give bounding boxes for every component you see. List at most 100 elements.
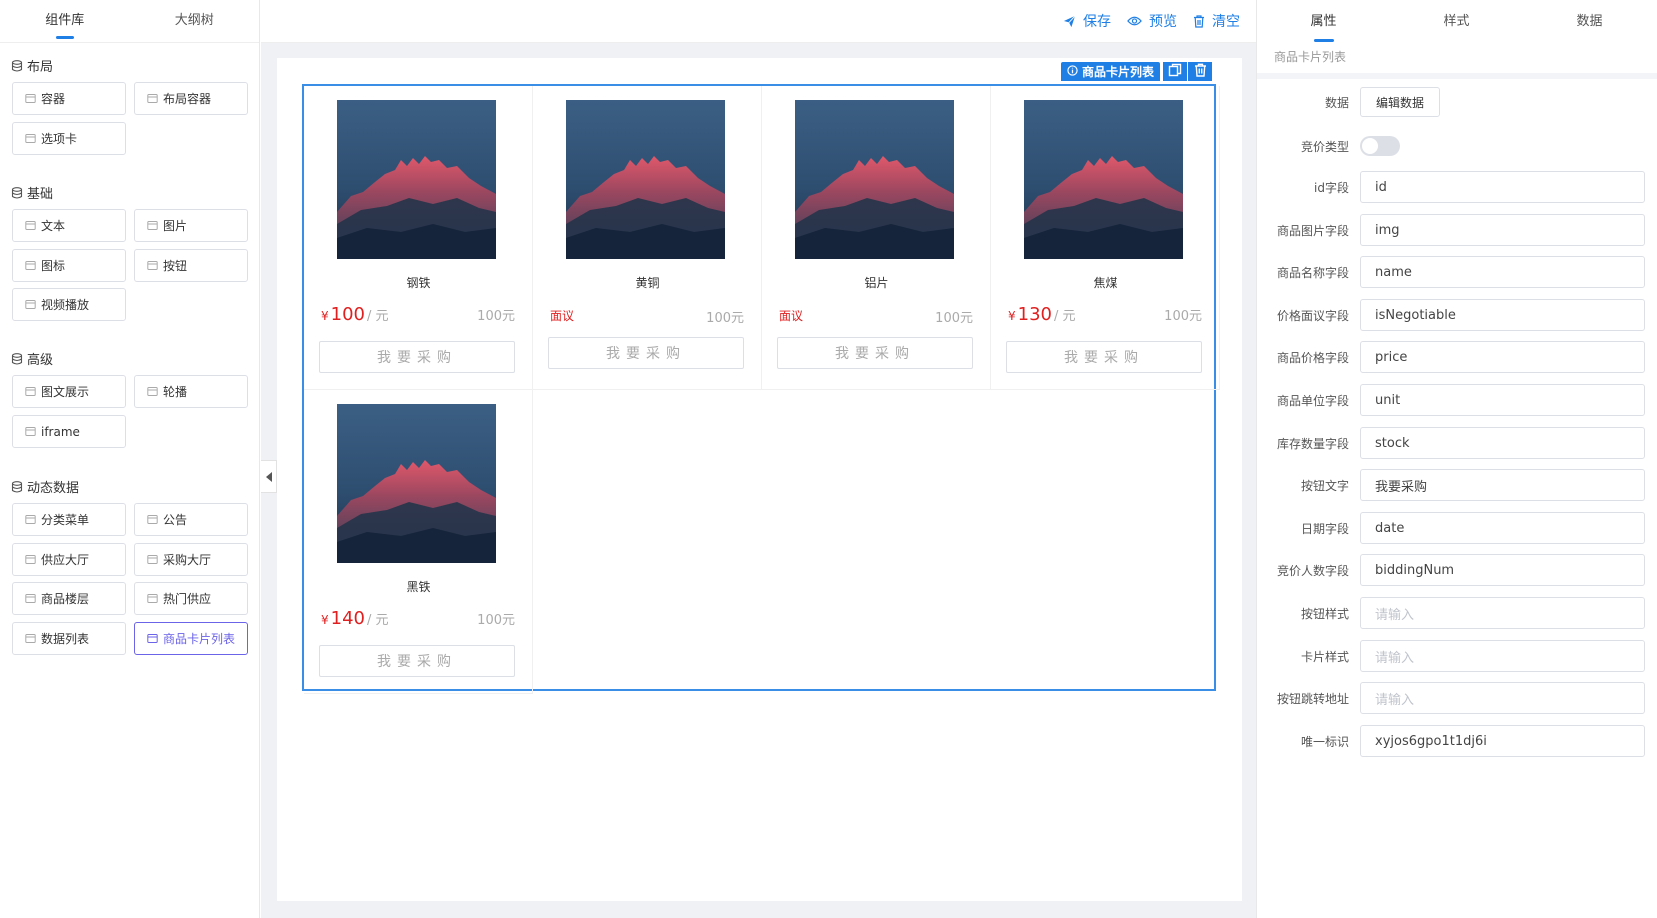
tab-data[interactable]: 数据 xyxy=(1523,0,1656,43)
component-label: 商品楼层 xyxy=(41,592,90,606)
prop-label: 竞价类型 xyxy=(1300,139,1349,154)
bidding-type-switch[interactable] xyxy=(1360,136,1400,156)
purchase-button[interactable]: 我要采购 xyxy=(1006,341,1202,373)
product-card[interactable]: 钢铁 ¥100/ 元 100元 我要采购 xyxy=(304,86,533,390)
prop-row: 商品名称字段 name xyxy=(1257,256,1657,288)
component-label: 供应大厅 xyxy=(41,553,90,567)
component-product-floor[interactable]: 商品楼层 xyxy=(12,582,126,615)
component-label: iframe xyxy=(41,424,80,439)
tab-outline-tree[interactable]: 大纲树 xyxy=(130,0,260,42)
prop-row: 唯一标识 xyjos6gpo1t1dj6i xyxy=(1257,725,1657,757)
purchase-button[interactable]: 我要采购 xyxy=(548,337,744,369)
prop-label: 商品单位字段 xyxy=(1276,393,1349,408)
group-title-label: 布局 xyxy=(27,60,54,75)
product-card[interactable]: 黄铜 面议 100元 我要采购 xyxy=(533,86,762,390)
purchase-button[interactable]: 我要采购 xyxy=(777,337,973,369)
selected-component-tag[interactable]: 商品卡片列表 xyxy=(1061,62,1161,81)
preview-button[interactable]: 预览 xyxy=(1127,11,1177,31)
component-notice[interactable]: 公告 xyxy=(134,503,248,536)
prop-input[interactable]: 请输入 xyxy=(1360,597,1645,629)
database-icon xyxy=(11,352,23,365)
prop-input[interactable]: name xyxy=(1360,256,1645,288)
prop-input[interactable]: img xyxy=(1360,214,1645,246)
selected-component-label: 商品卡片列表 xyxy=(1082,65,1155,79)
product-card[interactable]: 铝片 面议 100元 我要采购 xyxy=(762,86,991,390)
top-toolbar: 保存 预览 清空 xyxy=(261,0,1256,43)
product-card[interactable]: 黑铁 ¥140/ 元 100元 我要采购 xyxy=(304,390,533,694)
prop-input[interactable]: unit xyxy=(1360,384,1645,416)
prop-row: 库存数量字段 stock xyxy=(1257,427,1657,459)
component-purchase-hall[interactable]: 采购大厅 xyxy=(134,543,248,576)
edit-data-button[interactable]: 编辑数据 xyxy=(1360,87,1440,117)
group-title-label: 高级 xyxy=(27,353,54,368)
price-negotiable: 面议 xyxy=(550,309,575,323)
component-category-menu[interactable]: 分类菜单 xyxy=(12,503,126,536)
prop-label: 唯一标识 xyxy=(1300,734,1349,749)
delete-component-button[interactable] xyxy=(1188,62,1212,81)
tab-properties[interactable]: 属性 xyxy=(1257,0,1390,43)
prop-input[interactable]: 请输入 xyxy=(1360,640,1645,672)
info-icon xyxy=(1067,64,1078,79)
component-supply-hall[interactable]: 供应大厅 xyxy=(12,543,126,576)
database-icon xyxy=(11,186,23,199)
product-image xyxy=(337,100,496,259)
prop-row: 日期字段 date xyxy=(1257,512,1657,544)
component-carousel[interactable]: 轮播 xyxy=(134,375,248,408)
prop-input[interactable]: 请输入 xyxy=(1360,682,1645,714)
right-tabs: 属性 样式 数据 xyxy=(1257,0,1657,43)
copy-component-button[interactable] xyxy=(1163,62,1187,81)
tab-style[interactable]: 样式 xyxy=(1390,0,1523,43)
component-tabs[interactable]: 选项卡 xyxy=(12,122,126,155)
component-data-list[interactable]: 数据列表 xyxy=(12,622,126,655)
component-label: 热门供应 xyxy=(163,592,212,606)
product-card[interactable]: 焦煤 ¥130/ 元 100元 我要采购 xyxy=(991,86,1220,390)
stock-value: 100元 xyxy=(477,613,515,628)
prop-input[interactable]: id xyxy=(1360,171,1645,203)
group-title-label: 动态数据 xyxy=(27,481,80,496)
preview-label: 预览 xyxy=(1149,14,1177,30)
eye-icon xyxy=(1127,15,1142,27)
prop-input[interactable]: stock xyxy=(1360,427,1645,459)
component-container[interactable]: 容器 xyxy=(12,82,126,115)
product-image xyxy=(337,404,496,563)
prop-row: 卡片样式 请输入 xyxy=(1257,640,1657,672)
text-icon xyxy=(24,220,36,232)
prop-label: 按钮样式 xyxy=(1300,606,1349,621)
product-price: ¥140/ 元 xyxy=(321,608,389,629)
price-unit: / 元 xyxy=(367,309,389,324)
prop-row: 商品单位字段 unit xyxy=(1257,384,1657,416)
prop-input[interactable]: xyjos6gpo1t1dj6i xyxy=(1360,725,1645,757)
component-icon[interactable]: 图标 xyxy=(12,249,126,282)
collapse-panel-handle[interactable] xyxy=(261,460,277,493)
iframe-icon xyxy=(24,426,36,438)
component-label: 视频播放 xyxy=(41,298,90,312)
component-button[interactable]: 按钮 xyxy=(134,249,248,282)
purchase-button[interactable]: 我要采购 xyxy=(319,341,515,373)
prop-input[interactable]: price xyxy=(1360,341,1645,373)
component-iframe[interactable]: iframe xyxy=(12,415,126,448)
prop-input[interactable]: isNegotiable xyxy=(1360,299,1645,331)
component-image-text[interactable]: 图文展示 xyxy=(12,375,126,408)
prop-label: 卡片样式 xyxy=(1300,649,1349,664)
component-hot-supply[interactable]: 热门供应 xyxy=(134,582,248,615)
prop-input[interactable]: biddingNum xyxy=(1360,554,1645,586)
product-floor-icon xyxy=(24,593,36,605)
component-image[interactable]: 图片 xyxy=(134,209,248,242)
left-tabs: 组件库 大纲树 xyxy=(0,0,259,43)
product-card-list[interactable]: 钢铁 ¥100/ 元 100元 我要采购 黄铜 面议 100元 我要采购 铝片 面议 100元 我要采… xyxy=(302,84,1220,694)
component-product-card-list[interactable]: 商品卡片列表 xyxy=(134,622,248,655)
component-text[interactable]: 文本 xyxy=(12,209,126,242)
stock-value: 100元 xyxy=(935,311,973,326)
component-video[interactable]: 视频播放 xyxy=(12,288,126,321)
category-menu-icon xyxy=(24,514,36,526)
purchase-button[interactable]: 我要采购 xyxy=(319,645,515,677)
clear-button[interactable]: 清空 xyxy=(1193,11,1240,31)
component-layout-container[interactable]: 布局容器 xyxy=(134,82,248,115)
stock-value: 100元 xyxy=(1164,309,1202,324)
prop-input[interactable]: date xyxy=(1360,512,1645,544)
tab-component-library[interactable]: 组件库 xyxy=(0,0,130,42)
save-button[interactable]: 保存 xyxy=(1063,11,1111,31)
component-label: 采购大厅 xyxy=(163,553,212,567)
product-name: 焦煤 xyxy=(1093,276,1118,290)
prop-input[interactable]: 我要采购 xyxy=(1360,469,1645,501)
